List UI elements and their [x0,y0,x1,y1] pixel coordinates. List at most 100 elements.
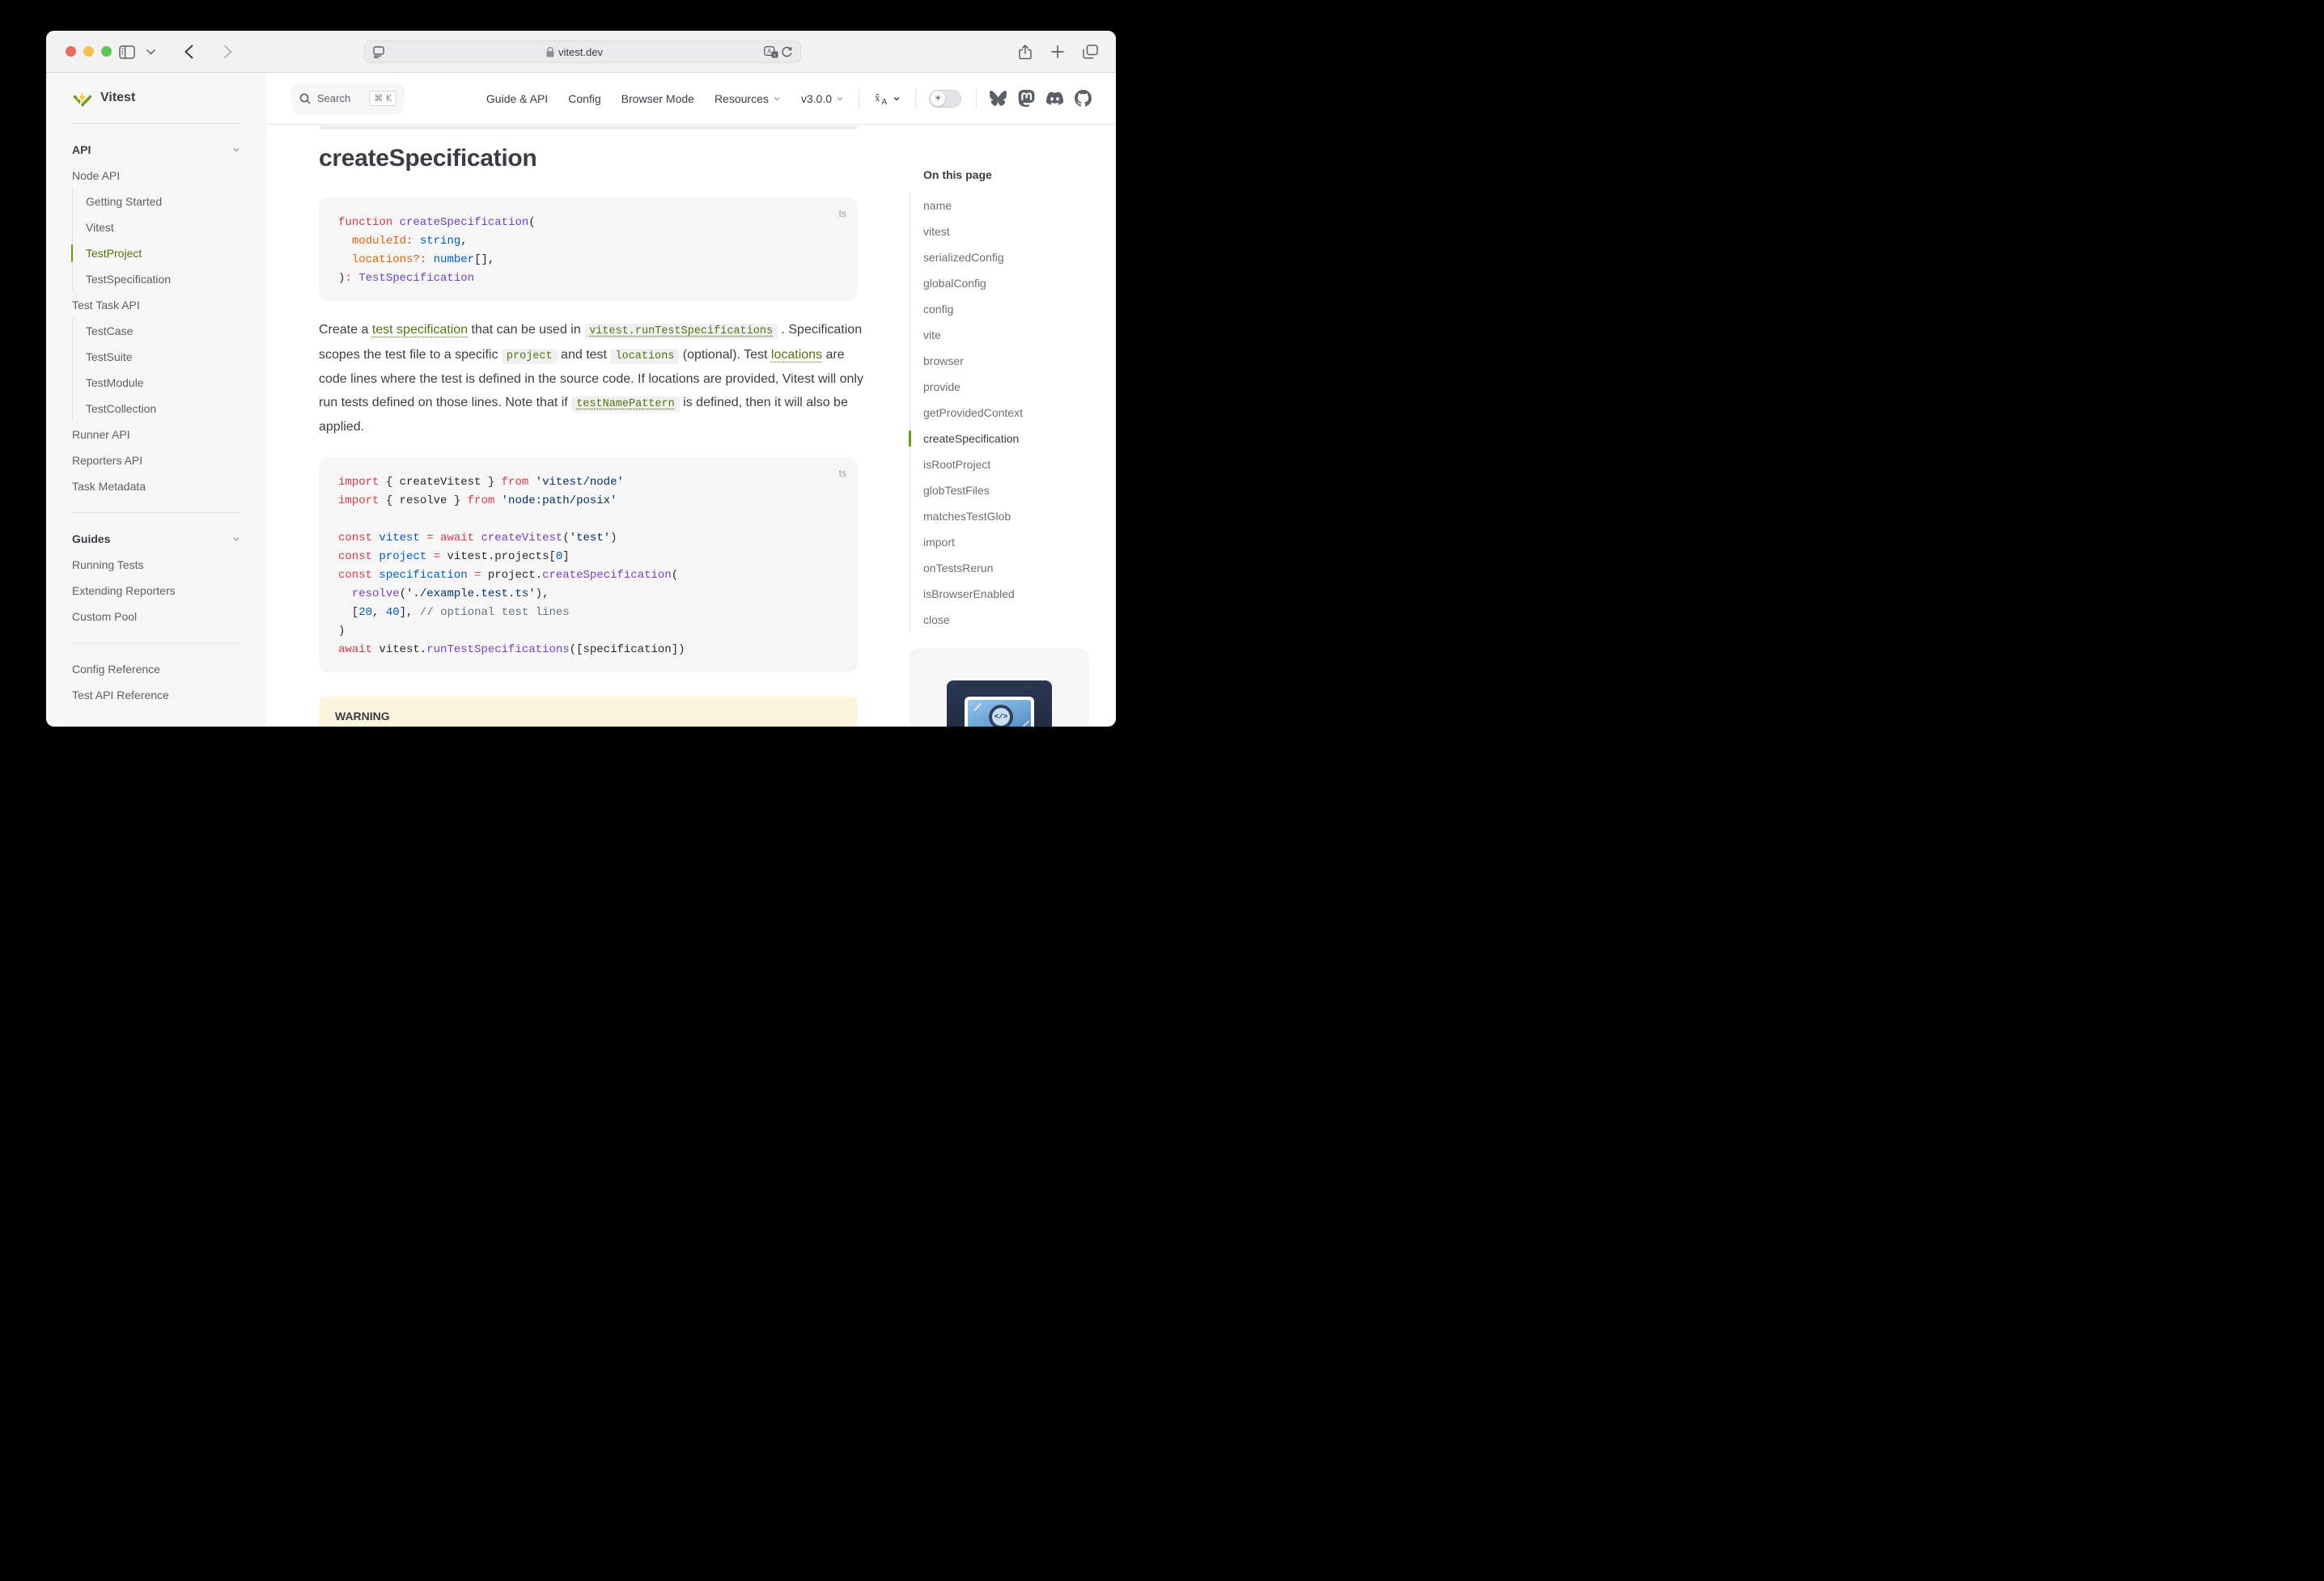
toc-item-name[interactable]: name [910,193,1104,218]
sidebar-item-testmodule[interactable]: TestModule [73,370,240,396]
share-icon[interactable] [1016,42,1035,61]
code-token: function [338,216,400,229]
reader-view-icon[interactable] [371,42,386,61]
toc-item-isbrowserenabled[interactable]: isBrowserEnabled [910,581,1104,607]
text-link[interactable]: test specification [372,323,468,337]
warning-callout: WARNING createSpecification expects reso… [319,697,858,727]
code-token: project [379,550,426,563]
toc-item-globtestfiles[interactable]: globTestFiles [910,477,1104,503]
sidebar-menu-chevron-icon[interactable] [145,42,156,61]
sidebar-item-running-tests[interactable]: Running Tests [72,552,240,578]
inline-code-link[interactable]: vitest.runTestSpecifications [584,324,778,339]
toc-item-isrootproject[interactable]: isRootProject [910,451,1104,477]
toc-item-vite[interactable]: vite [910,322,1104,348]
toc-item-provide[interactable]: provide [910,374,1104,400]
code-token: await [440,532,474,545]
toc-item-globalconfig[interactable]: globalConfig [910,270,1104,296]
nav-link-guide-api[interactable]: Guide & API [486,92,548,105]
sidebar-item-testcollection[interactable]: TestCollection [73,396,240,422]
nav-menu: Guide & API Config Browser Mode Resource… [466,89,1092,108]
code-token: TestSpecification [358,272,474,285]
sidebar-item-testproject[interactable]: TestProject [73,240,240,266]
code-token: import [338,476,379,489]
toolbar-right-controls [1016,31,1100,73]
code-line: import { resolve } from 'node:path/posix… [338,492,838,511]
code-token [338,253,352,266]
code-token: vitest.projects[ [440,550,556,563]
sidebar-item-node-api[interactable]: Node API [72,163,240,189]
sidebar-item-task-metadata[interactable]: Task Metadata [72,473,240,499]
sidebar-toggle-icon[interactable] [117,42,137,61]
code-token [494,494,501,507]
code-token: number [434,253,474,266]
code-token: createVitest [481,532,562,545]
code-token: from [502,476,529,489]
inline-code-link[interactable]: testNamePattern [571,396,680,412]
sidebar-item-runner-api[interactable]: Runner API [72,422,240,447]
nav-link-resources[interactable]: Resources [715,92,781,105]
sponsor-ad-card[interactable]: </> [910,648,1089,727]
language-switcher[interactable]: x̂A [874,91,901,105]
address-bar[interactable]: vitest.dev Ax [364,40,801,63]
code-token: vitest. [372,643,426,656]
code-block-example[interactable]: ts import { createVitest } from 'vitest/… [319,457,858,672]
code-token [420,532,426,545]
sidebar-item-test-api-reference[interactable]: Test API Reference [72,682,240,708]
toc-item-import[interactable]: import [910,529,1104,555]
search-button[interactable]: Search ⌘ K [291,83,405,114]
code-block-signature[interactable]: ts function createSpecification( moduleI… [319,197,858,301]
code-line: function createSpecification( [338,214,838,232]
translate-page-icon[interactable]: Ax [763,42,779,61]
sidebar-item-test-task-api[interactable]: Test Task API [72,292,240,318]
code-token: ( [400,587,406,600]
tab-overview-icon[interactable] [1080,42,1100,61]
nav-link-browser-mode[interactable]: Browser Mode [621,92,694,105]
toc-list: namevitestserializedConfigglobalConfigco… [910,193,1104,633]
toc-item-ontestsrerun[interactable]: onTestsRerun [910,555,1104,581]
toc-item-serializedconfig[interactable]: serializedConfig [910,244,1104,270]
toc-item-close[interactable]: close [910,607,1104,633]
brand[interactable]: Vitest [72,73,240,124]
svg-text:A: A [882,98,888,105]
toc-item-vitest[interactable]: vitest [910,218,1104,244]
toc-item-createspecification[interactable]: createSpecification [910,426,1104,451]
toc-item-getprovidedcontext[interactable]: getProvidedContext [910,400,1104,426]
code-lines: import { createVitest } from 'vitest/nod… [338,473,838,659]
sidebar-item-config-reference[interactable]: Config Reference [72,656,240,682]
code-token [468,569,474,582]
back-icon[interactable] [179,42,198,61]
sidebar-section-api[interactable]: API [72,137,240,163]
forward-icon[interactable] [218,42,237,61]
theme-toggle[interactable]: ☀ [929,90,961,108]
discord-icon[interactable] [1046,90,1063,107]
browser-window: vitest.dev Ax [46,31,1116,727]
sidebar-section-guides[interactable]: Guides [72,526,240,552]
sidebar-item-testsuite[interactable]: TestSuite [73,344,240,370]
bluesky-icon[interactable] [990,90,1007,107]
mastodon-icon[interactable] [1018,90,1035,107]
code-token: = [434,550,440,563]
search-icon [299,93,311,104]
toc-item-matchestestglob[interactable]: matchesTestGlob [910,503,1104,529]
minimize-window-button[interactable] [83,46,94,57]
sidebar-item-reporters-api[interactable]: Reporters API [72,447,240,473]
new-tab-plus-icon[interactable] [1048,42,1067,61]
text-link[interactable]: locations [771,348,822,362]
toc-item-config[interactable]: config [910,296,1104,322]
code-token: const [338,550,372,563]
nav-link-config[interactable]: Config [568,92,600,105]
code-token [426,550,433,563]
sidebar-item-testspecification[interactable]: TestSpecification [73,266,240,292]
reload-icon[interactable] [779,42,794,61]
sidebar-item-getting started[interactable]: Getting Started [73,189,240,214]
zoom-window-button[interactable] [101,46,112,57]
nav-link-version[interactable]: v3.0.0 [801,92,844,105]
sidebar-item-custom-pool[interactable]: Custom Pool [72,604,240,629]
description-paragraph: Create a test specification that can be … [319,319,864,439]
sidebar-item-testcase[interactable]: TestCase [73,318,240,344]
close-window-button[interactable] [66,46,76,57]
toc-item-browser[interactable]: browser [910,348,1104,374]
sidebar-item-vitest[interactable]: Vitest [73,214,240,240]
github-icon[interactable] [1075,90,1092,107]
sidebar-item-extending-reporters[interactable]: Extending Reporters [72,578,240,604]
